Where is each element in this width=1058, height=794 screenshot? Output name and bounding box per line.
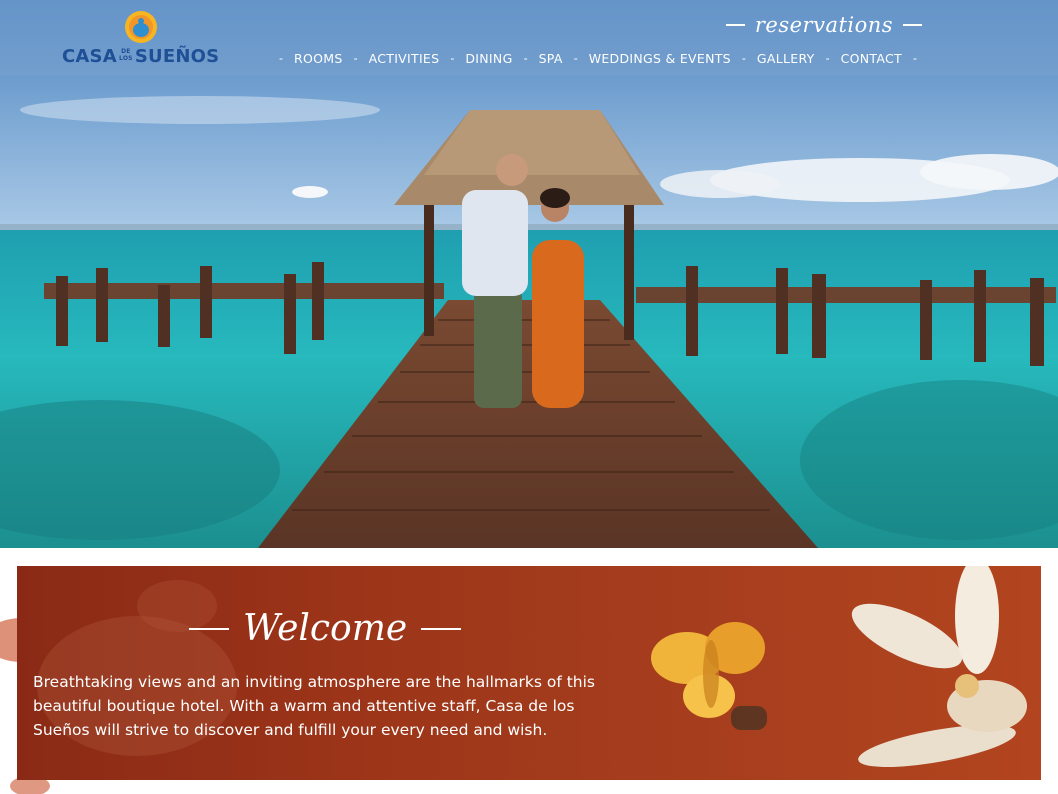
reservations-label: reservations (754, 13, 894, 37)
nav-separator: - (741, 51, 746, 65)
nav-separator: - (573, 51, 578, 65)
reservations-dash-right (903, 24, 922, 26)
welcome-section: Welcome Breathtaking views and an inviti… (17, 566, 1041, 780)
nav-item-gallery[interactable]: GALLERY (757, 51, 815, 66)
sun-turtle-icon (125, 11, 157, 43)
welcome-dash-left (189, 627, 229, 630)
logo-name-small-top: DE (121, 48, 131, 55)
welcome-title: Welcome (243, 608, 408, 649)
nav-item-activities[interactable]: ACTIVITIES (369, 51, 440, 66)
logo-name-left: CASA (62, 46, 117, 67)
logo-name-small-bottom: LOS (119, 55, 133, 62)
hero-image (0, 0, 1058, 548)
site-logo[interactable]: CASA DE LOS SUEÑOS (62, 9, 222, 69)
nav-separator: - (279, 51, 283, 65)
welcome-heading: Welcome (189, 608, 462, 649)
welcome-dash-right (421, 627, 462, 630)
main-nav: - ROOMS - ACTIVITIES - DINING - SPA - WE… (268, 48, 928, 68)
logo-name-small: DE LOS (119, 48, 133, 62)
nav-item-weddings-events[interactable]: WEDDINGS & EVENTS (589, 51, 731, 66)
nav-separator: - (353, 51, 358, 65)
nav-item-dining[interactable]: DINING (465, 51, 512, 66)
welcome-body: Breathtaking views and an inviting atmos… (33, 673, 595, 739)
reservations-dash-left (726, 24, 745, 26)
nav-item-spa[interactable]: SPA (539, 51, 563, 66)
reservations-link[interactable]: reservations (726, 10, 922, 40)
nav-separator: - (913, 51, 917, 65)
nav-item-rooms[interactable]: ROOMS (294, 51, 343, 66)
logo-wordmark: CASA DE LOS SUEÑOS (62, 46, 219, 67)
nav-separator: - (523, 51, 528, 65)
nav-separator: - (825, 51, 830, 65)
site-header: CASA DE LOS SUEÑOS reservations - ROOMS - A… (0, 0, 1058, 76)
hero-scene (0, 0, 1058, 548)
nav-separator: - (450, 51, 455, 65)
nav-item-contact[interactable]: CONTACT (841, 51, 902, 66)
logo-name-right: SUEÑOS (134, 46, 220, 67)
